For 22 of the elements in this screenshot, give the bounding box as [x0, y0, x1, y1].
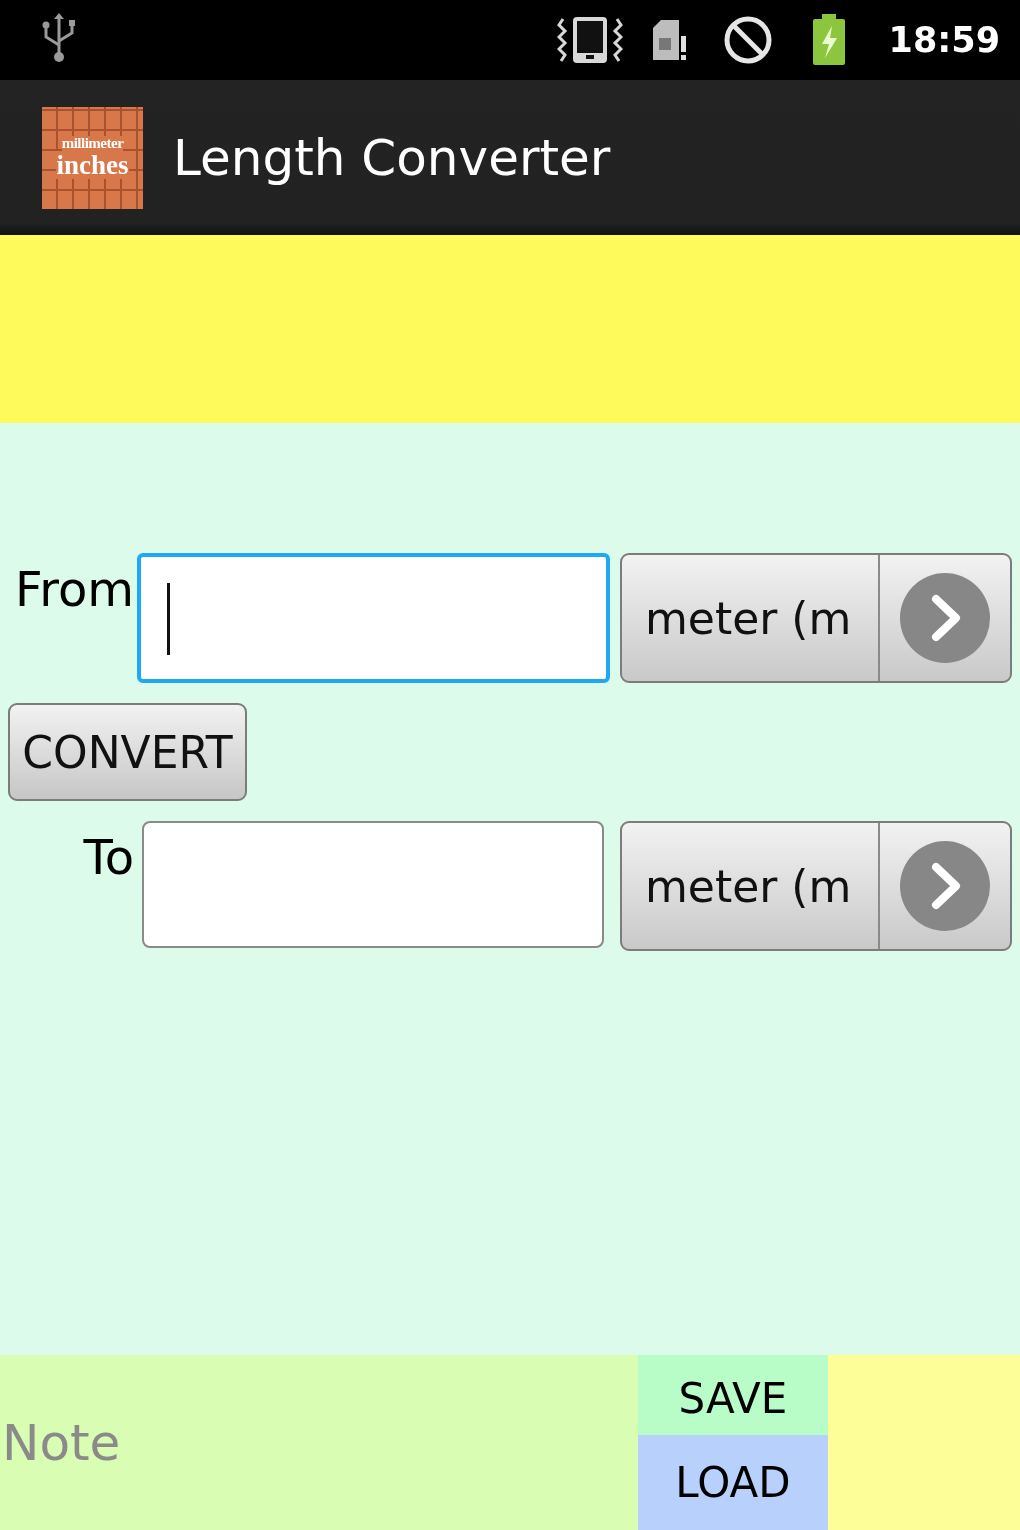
vibrate-icon	[556, 15, 623, 65]
text-cursor	[167, 583, 170, 655]
app-title: Length Converter	[173, 132, 611, 183]
bottom-button[interactable]: SAVE	[638, 1355, 828, 1435]
field-label: To	[82, 828, 134, 887]
status-time: 18:59	[888, 22, 1000, 58]
sd-card-icon	[650, 18, 687, 62]
bottom-button[interactable]: LOAD	[638, 1435, 828, 1530]
logo-text: millimeter	[61, 135, 124, 151]
note-field[interactable]: Note	[0, 1355, 638, 1530]
convert-button[interactable]: CONVERT	[8, 703, 247, 801]
chevron-right-icon	[900, 573, 990, 663]
battery-charging-icon	[810, 14, 847, 66]
input-field[interactable]	[142, 821, 604, 948]
logo-text: inches	[56, 150, 129, 180]
blocked-icon	[722, 15, 773, 65]
usb-icon	[40, 13, 78, 63]
field-label: From	[14, 560, 134, 619]
chevron-right-icon	[900, 841, 990, 931]
unit-dropdown[interactable]: meter (m	[620, 553, 1012, 683]
input-field[interactable]	[137, 553, 610, 683]
unit-dropdown[interactable]: meter (m	[620, 821, 1012, 951]
